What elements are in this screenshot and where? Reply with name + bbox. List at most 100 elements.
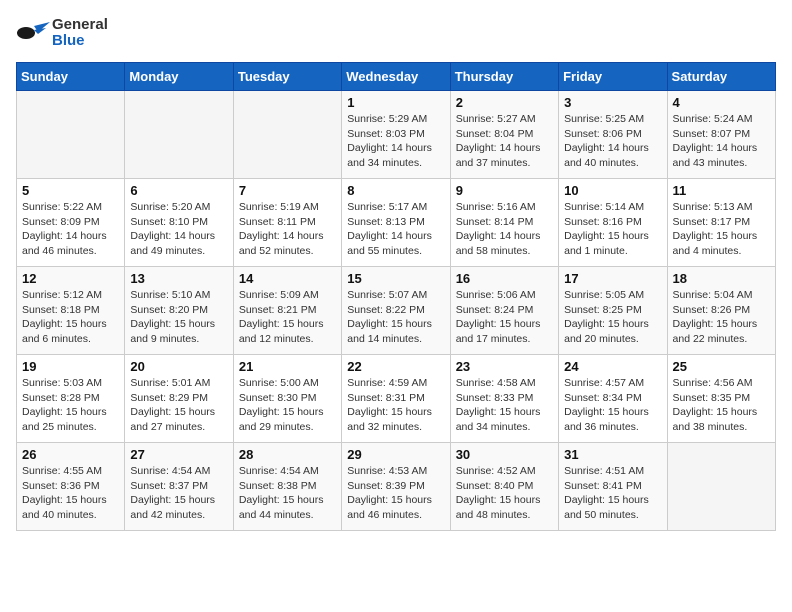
day-info: Sunrise: 5:19 AM Sunset: 8:11 PM Dayligh… xyxy=(239,200,336,259)
calendar-cell: 24Sunrise: 4:57 AM Sunset: 8:34 PM Dayli… xyxy=(559,355,667,443)
calendar-week-row: 26Sunrise: 4:55 AM Sunset: 8:36 PM Dayli… xyxy=(17,443,776,531)
day-number: 21 xyxy=(239,359,336,374)
day-info: Sunrise: 5:17 AM Sunset: 8:13 PM Dayligh… xyxy=(347,200,444,259)
calendar-cell: 4 Sunrise: 5:24 AM Sunset: 8:07 PM Daylig… xyxy=(667,91,775,179)
weekday-header: Friday xyxy=(559,63,667,91)
day-info: Sunrise: 5:25 AM Sunset: 8:06 PM Dayligh… xyxy=(564,112,661,171)
day-number: 11 xyxy=(673,183,770,198)
day-number: 27 xyxy=(130,447,227,462)
day-number: 18 xyxy=(673,271,770,286)
calendar-cell: 16Sunrise: 5:06 AM Sunset: 8:24 PM Dayli… xyxy=(450,267,558,355)
day-info: Sunrise: 5:05 AM Sunset: 8:25 PM Dayligh… xyxy=(564,288,661,347)
day-number: 7 xyxy=(239,183,336,198)
day-number: 5 xyxy=(22,183,119,198)
day-info: Sunrise: 5:01 AM Sunset: 8:29 PM Dayligh… xyxy=(130,376,227,435)
day-info: Sunrise: 5:03 AM Sunset: 8:28 PM Dayligh… xyxy=(22,376,119,435)
weekday-header: Tuesday xyxy=(233,63,341,91)
calendar-cell xyxy=(17,91,125,179)
calendar-week-row: 1 Sunrise: 5:29 AM Sunset: 8:03 PM Daylig… xyxy=(17,91,776,179)
calendar-cell: 3 Sunrise: 5:25 AM Sunset: 8:06 PM Daylig… xyxy=(559,91,667,179)
calendar-week-row: 5 Sunrise: 5:22 AM Sunset: 8:09 PM Daylig… xyxy=(17,179,776,267)
calendar-table: SundayMondayTuesdayWednesdayThursdayFrid… xyxy=(16,62,776,531)
day-number: 10 xyxy=(564,183,661,198)
logo-blue: Blue xyxy=(52,33,108,50)
day-number: 3 xyxy=(564,95,661,110)
day-number: 16 xyxy=(456,271,553,286)
day-number: 14 xyxy=(239,271,336,286)
calendar-cell: 26Sunrise: 4:55 AM Sunset: 8:36 PM Dayli… xyxy=(17,443,125,531)
weekday-header-row: SundayMondayTuesdayWednesdayThursdayFrid… xyxy=(17,63,776,91)
calendar-cell xyxy=(125,91,233,179)
calendar-cell xyxy=(667,443,775,531)
day-info: Sunrise: 5:22 AM Sunset: 8:09 PM Dayligh… xyxy=(22,200,119,259)
day-number: 23 xyxy=(456,359,553,374)
logo-bird-icon xyxy=(16,16,50,50)
day-info: Sunrise: 5:09 AM Sunset: 8:21 PM Dayligh… xyxy=(239,288,336,347)
calendar-cell: 12 Sunrise: 5:12 AM Sunset: 8:18 PM Dayli… xyxy=(17,267,125,355)
day-number: 22 xyxy=(347,359,444,374)
day-number: 4 xyxy=(673,95,770,110)
day-info: Sunrise: 4:52 AM Sunset: 8:40 PM Dayligh… xyxy=(456,464,553,523)
calendar-cell: 1 Sunrise: 5:29 AM Sunset: 8:03 PM Daylig… xyxy=(342,91,450,179)
day-number: 6 xyxy=(130,183,227,198)
day-number: 20 xyxy=(130,359,227,374)
day-info: Sunrise: 5:04 AM Sunset: 8:26 PM Dayligh… xyxy=(673,288,770,347)
day-info: Sunrise: 4:54 AM Sunset: 8:38 PM Dayligh… xyxy=(239,464,336,523)
day-info: Sunrise: 4:59 AM Sunset: 8:31 PM Dayligh… xyxy=(347,376,444,435)
calendar-week-row: 19 Sunrise: 5:03 AM Sunset: 8:28 PM Dayli… xyxy=(17,355,776,443)
calendar-cell: 31 Sunrise: 4:51 AM Sunset: 8:41 PM Dayli… xyxy=(559,443,667,531)
day-info: Sunrise: 5:00 AM Sunset: 8:30 PM Dayligh… xyxy=(239,376,336,435)
weekday-header: Thursday xyxy=(450,63,558,91)
calendar-week-row: 12 Sunrise: 5:12 AM Sunset: 8:18 PM Dayli… xyxy=(17,267,776,355)
day-number: 9 xyxy=(456,183,553,198)
logo: General Blue xyxy=(16,16,108,50)
day-info: Sunrise: 5:10 AM Sunset: 8:20 PM Dayligh… xyxy=(130,288,227,347)
calendar-cell: 7 Sunrise: 5:19 AM Sunset: 8:11 PM Daylig… xyxy=(233,179,341,267)
day-info: Sunrise: 5:13 AM Sunset: 8:17 PM Dayligh… xyxy=(673,200,770,259)
day-info: Sunrise: 5:24 AM Sunset: 8:07 PM Dayligh… xyxy=(673,112,770,171)
day-info: Sunrise: 4:58 AM Sunset: 8:33 PM Dayligh… xyxy=(456,376,553,435)
calendar-cell: 30Sunrise: 4:52 AM Sunset: 8:40 PM Dayli… xyxy=(450,443,558,531)
day-info: Sunrise: 4:54 AM Sunset: 8:37 PM Dayligh… xyxy=(130,464,227,523)
day-info: Sunrise: 5:07 AM Sunset: 8:22 PM Dayligh… xyxy=(347,288,444,347)
calendar-cell: 29Sunrise: 4:53 AM Sunset: 8:39 PM Dayli… xyxy=(342,443,450,531)
calendar-cell: 11 Sunrise: 5:13 AM Sunset: 8:17 PM Dayli… xyxy=(667,179,775,267)
day-number: 31 xyxy=(564,447,661,462)
calendar-cell: 28Sunrise: 4:54 AM Sunset: 8:38 PM Dayli… xyxy=(233,443,341,531)
day-info: Sunrise: 4:53 AM Sunset: 8:39 PM Dayligh… xyxy=(347,464,444,523)
day-info: Sunrise: 4:51 AM Sunset: 8:41 PM Dayligh… xyxy=(564,464,661,523)
day-info: Sunrise: 5:16 AM Sunset: 8:14 PM Dayligh… xyxy=(456,200,553,259)
calendar-cell: 18 Sunrise: 5:04 AM Sunset: 8:26 PM Dayli… xyxy=(667,267,775,355)
day-number: 17 xyxy=(564,271,661,286)
logo-general: General xyxy=(52,17,108,34)
calendar-cell: 23 Sunrise: 4:58 AM Sunset: 8:33 PM Dayli… xyxy=(450,355,558,443)
weekday-header: Sunday xyxy=(17,63,125,91)
weekday-header: Monday xyxy=(125,63,233,91)
calendar-cell: 13 Sunrise: 5:10 AM Sunset: 8:20 PM Dayli… xyxy=(125,267,233,355)
calendar-cell: 10 Sunrise: 5:14 AM Sunset: 8:16 PM Dayli… xyxy=(559,179,667,267)
page-header: General Blue xyxy=(16,16,776,50)
day-number: 8 xyxy=(347,183,444,198)
day-number: 25 xyxy=(673,359,770,374)
day-info: Sunrise: 4:57 AM Sunset: 8:34 PM Dayligh… xyxy=(564,376,661,435)
calendar-cell: 22 Sunrise: 4:59 AM Sunset: 8:31 PM Dayli… xyxy=(342,355,450,443)
weekday-header: Wednesday xyxy=(342,63,450,91)
calendar-cell xyxy=(233,91,341,179)
calendar-cell: 15 Sunrise: 5:07 AM Sunset: 8:22 PM Dayli… xyxy=(342,267,450,355)
day-info: Sunrise: 5:14 AM Sunset: 8:16 PM Dayligh… xyxy=(564,200,661,259)
day-number: 19 xyxy=(22,359,119,374)
day-info: Sunrise: 5:29 AM Sunset: 8:03 PM Dayligh… xyxy=(347,112,444,171)
day-number: 12 xyxy=(22,271,119,286)
calendar-cell: 20 Sunrise: 5:01 AM Sunset: 8:29 PM Dayli… xyxy=(125,355,233,443)
calendar-cell: 27 Sunrise: 4:54 AM Sunset: 8:37 PM Dayli… xyxy=(125,443,233,531)
day-number: 13 xyxy=(130,271,227,286)
calendar-cell: 8 Sunrise: 5:17 AM Sunset: 8:13 PM Daylig… xyxy=(342,179,450,267)
day-number: 1 xyxy=(347,95,444,110)
calendar-cell: 6 Sunrise: 5:20 AM Sunset: 8:10 PM Daylig… xyxy=(125,179,233,267)
day-number: 26 xyxy=(22,447,119,462)
calendar-cell: 9 Sunrise: 5:16 AM Sunset: 8:14 PM Daylig… xyxy=(450,179,558,267)
day-number: 15 xyxy=(347,271,444,286)
day-info: Sunrise: 5:20 AM Sunset: 8:10 PM Dayligh… xyxy=(130,200,227,259)
calendar-cell: 5 Sunrise: 5:22 AM Sunset: 8:09 PM Daylig… xyxy=(17,179,125,267)
day-info: Sunrise: 5:12 AM Sunset: 8:18 PM Dayligh… xyxy=(22,288,119,347)
